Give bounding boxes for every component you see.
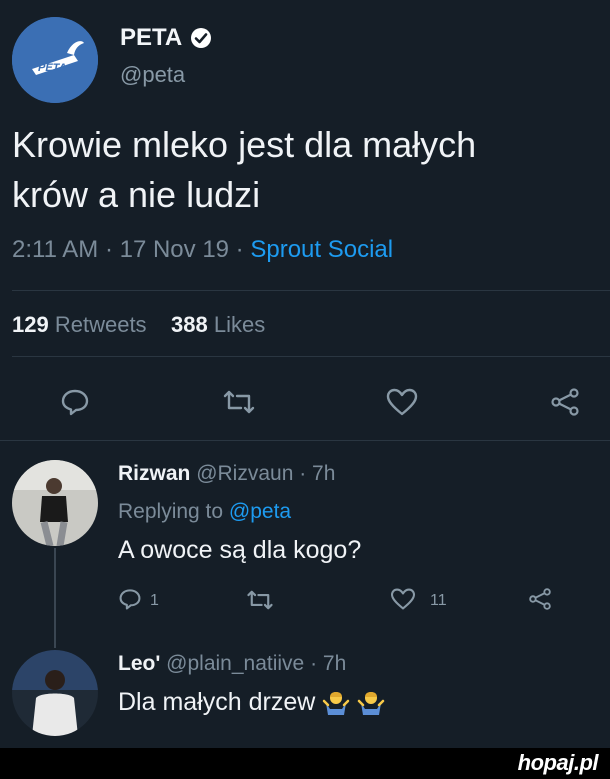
likes-count: 388 (171, 312, 208, 337)
reply-author-row: Leo' @plain_natiive · 7h (118, 652, 346, 676)
retweet-icon (247, 590, 273, 610)
replying-to: Replying to @peta (118, 500, 291, 524)
share-button[interactable] (550, 388, 580, 416)
svg-text:PETA: PETA (38, 62, 67, 74)
tweet-meta: 2:11 AM · 17 Nov 19 · Sprout Social (12, 236, 393, 264)
divider (0, 440, 610, 441)
reply-author-handle[interactable]: @plain_natiive · 7h (166, 652, 346, 675)
verified-badge-icon (191, 28, 212, 48)
author-handle[interactable]: @peta (120, 62, 185, 88)
watermark-logo: hopaj.pl (517, 750, 599, 775)
reply-author-name[interactable]: Rizwan (118, 462, 190, 485)
author-name[interactable]: PETA (120, 24, 182, 52)
user-photo-icon (12, 650, 98, 736)
like-count: 11 (430, 592, 447, 609)
reply-count: 1 (150, 592, 159, 609)
share-icon (529, 588, 551, 610)
reply-author-row: Rizwan @Rizvaun · 7h (118, 462, 335, 486)
tweet-text: Krowie mleko jest dla małych krów a nie … (12, 120, 592, 220)
reply-author-name[interactable]: Leo' (118, 652, 160, 675)
tweet-stats: 129 Retweets 388 Likes (12, 312, 265, 338)
peta-logo-icon: PETA (12, 17, 98, 103)
reply-text: Dla małych drzew (118, 688, 385, 717)
leo-avatar[interactable] (12, 650, 98, 736)
reply-text: A owoce są dla kogo? (118, 536, 362, 564)
likes-stat[interactable]: 388 Likes (171, 312, 265, 337)
reply-text-content: Dla małych drzew (118, 688, 316, 716)
user-photo-icon (12, 460, 98, 546)
share-button[interactable] (528, 588, 552, 610)
reply-button[interactable] (60, 388, 90, 416)
tweet-source-link[interactable]: Sprout Social (250, 236, 393, 263)
like-icon (386, 388, 418, 416)
like-button[interactable] (390, 588, 416, 610)
divider (12, 290, 610, 291)
retweet-button[interactable] (246, 590, 274, 610)
divider (12, 356, 610, 357)
author-name-row: PETA (120, 24, 212, 52)
reply-button[interactable] (118, 588, 142, 610)
retweet-icon (223, 390, 255, 414)
retweet-button[interactable] (222, 390, 256, 414)
replying-label: Replying to (118, 500, 229, 523)
rizwan-avatar[interactable] (12, 460, 98, 546)
tweet-text-line: Krowie mleko jest dla małych (12, 124, 477, 165)
tweet-page: PETA PETA @peta Krowie mleko jest dla ma… (0, 0, 610, 779)
share-icon (551, 388, 579, 416)
peta-avatar[interactable]: PETA (12, 17, 98, 103)
shrug-emoji-icon (357, 692, 385, 716)
retweets-count: 129 (12, 312, 49, 337)
watermark-bar: hopaj.pl (0, 748, 610, 779)
thread-line (54, 548, 56, 648)
retweets-label: Retweets (54, 312, 147, 337)
reply-author-handle[interactable]: @Rizvaun · 7h (196, 462, 335, 485)
likes-label: Likes (213, 312, 266, 337)
tweet-timestamp: 2:11 AM · 17 Nov 19 · (12, 236, 251, 263)
like-icon (390, 588, 416, 610)
tweet-text-line: krów a nie ludzi (12, 174, 261, 215)
reply-icon (61, 389, 89, 416)
shrug-emoji-icon (322, 692, 350, 716)
reply-icon (119, 589, 141, 610)
replying-to-link[interactable]: @peta (229, 500, 291, 523)
like-button[interactable] (386, 388, 418, 416)
retweets-stat[interactable]: 129 Retweets (12, 312, 147, 337)
